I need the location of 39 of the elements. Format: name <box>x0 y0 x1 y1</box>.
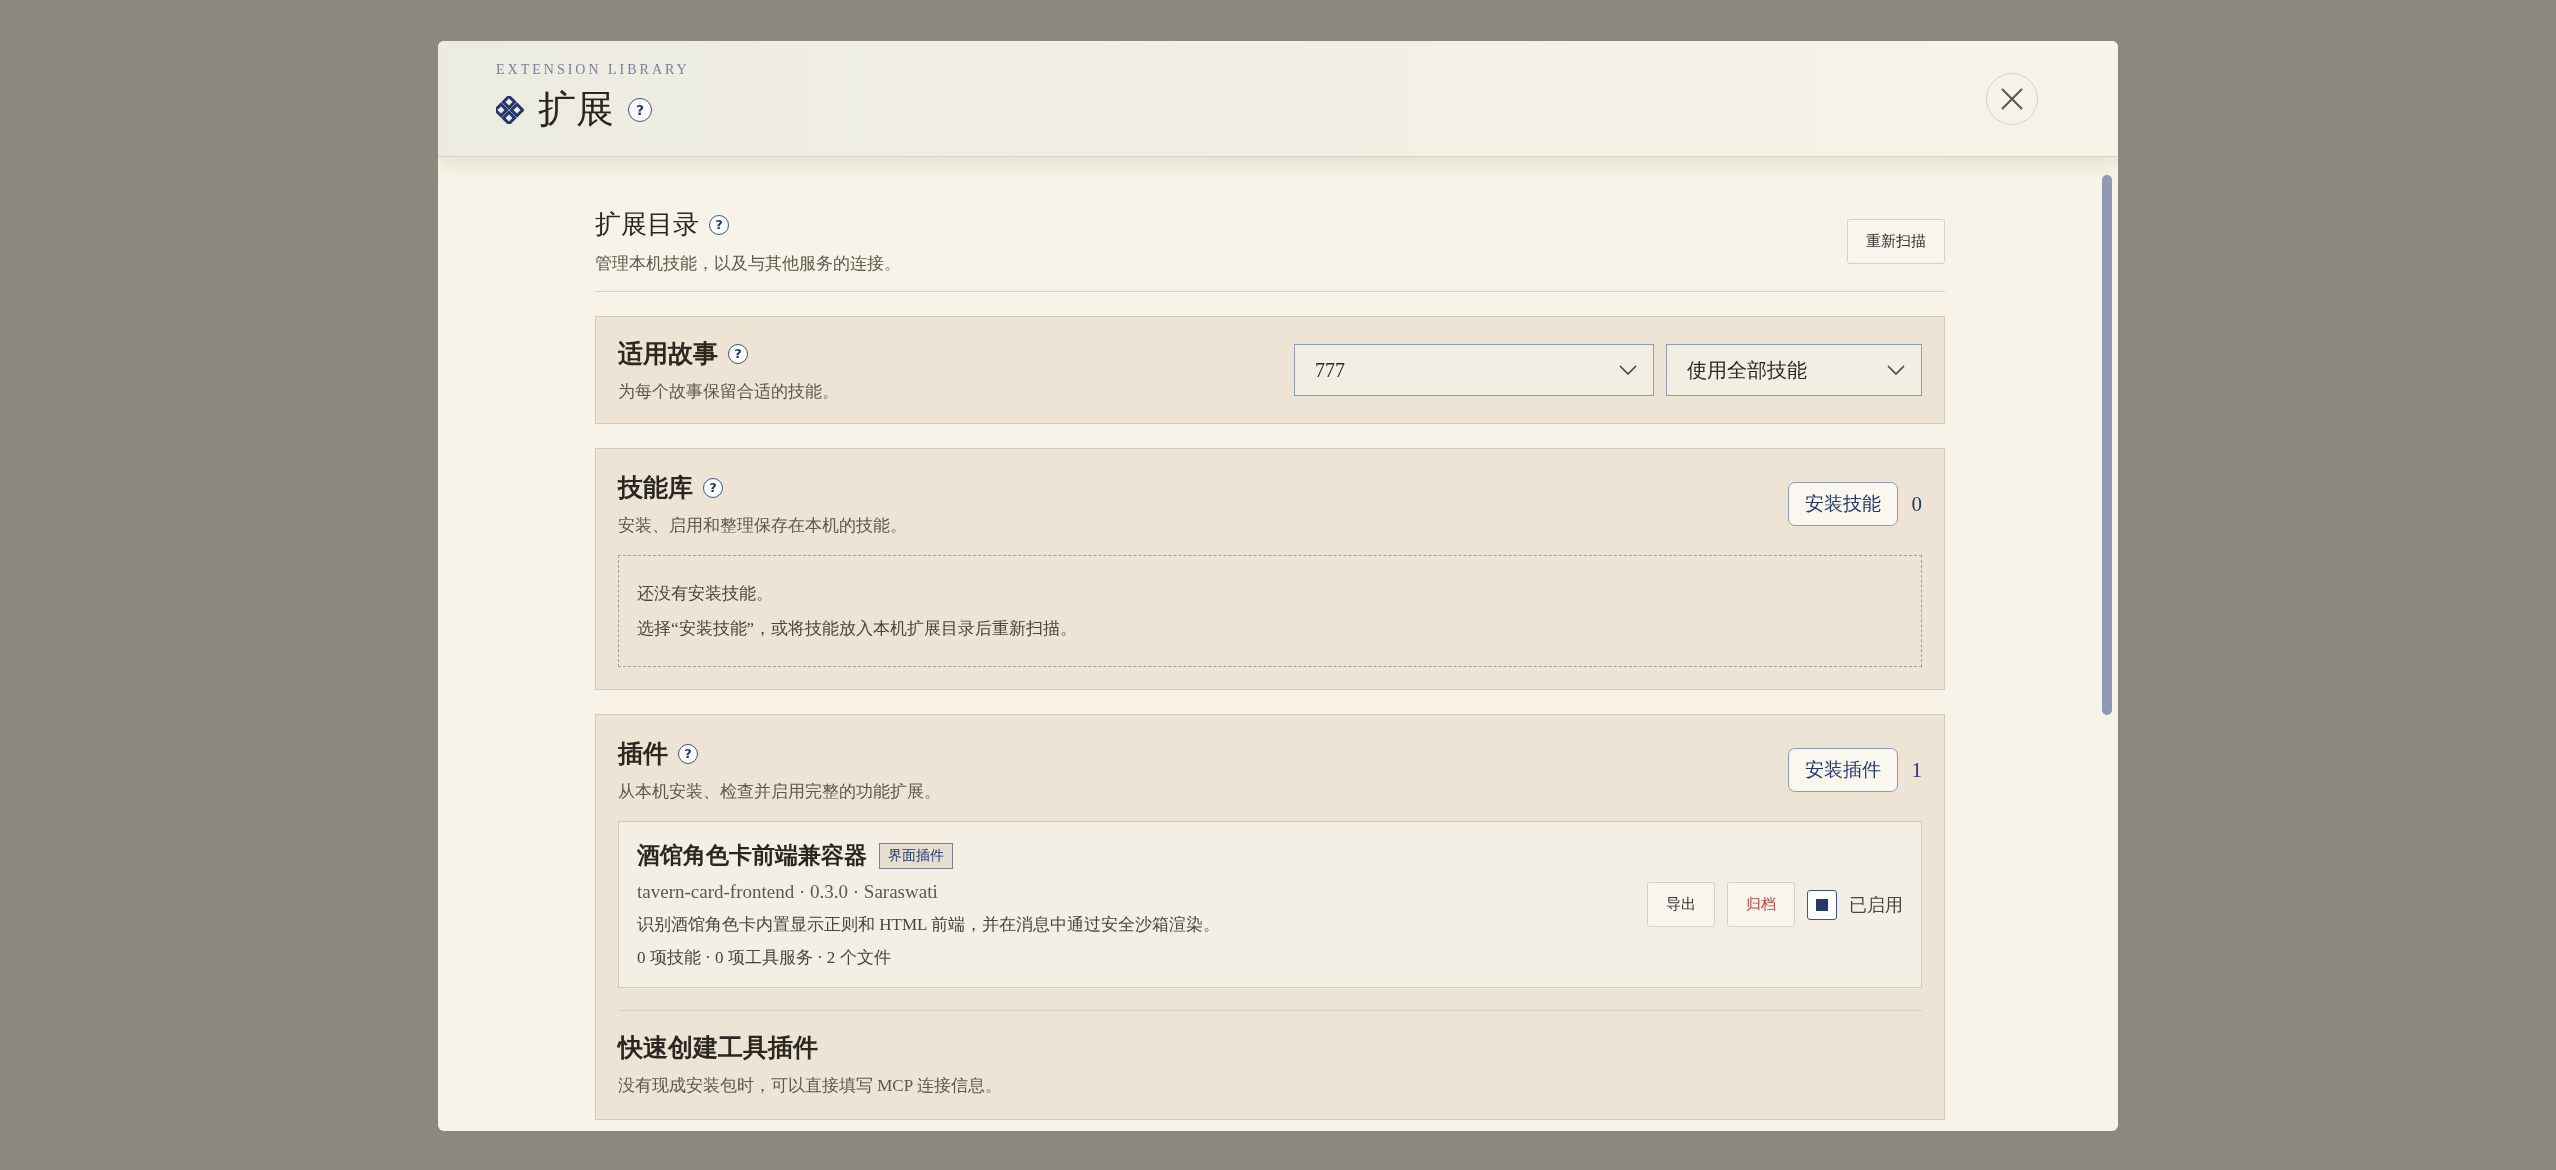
help-icon[interactable]: ? <box>678 743 698 764</box>
install-skill-button[interactable]: 安装技能 <box>1787 482 1898 526</box>
help-icon[interactable]: ? <box>709 214 729 235</box>
chevron-down-icon[interactable] <box>1887 365 1905 375</box>
help-icon[interactable]: ? <box>628 97 652 122</box>
section-subtitle: 为每个故事保留合适的技能。 <box>618 381 839 403</box>
plugin-count: 1 <box>1911 757 1922 783</box>
section-title: 适用故事 <box>618 339 718 369</box>
dialog-title: 扩展 <box>538 87 614 132</box>
section-title: 插件 <box>618 739 668 769</box>
section-title: 扩展目录 <box>595 209 699 241</box>
plugin-meta: tavern-card-frontend · 0.3.0 · Saraswati <box>637 881 939 903</box>
dropdown[interactable]: 777 <box>1294 344 1654 396</box>
dropdown[interactable]: 使用全部技能 <box>1666 344 1922 396</box>
plugin-name: 酒馆角色卡前端兼容器 <box>637 842 867 870</box>
install-plugin-button[interactable]: 安装插件 <box>1787 748 1898 792</box>
help-icon[interactable]: ? <box>728 343 748 364</box>
enable-checkbox[interactable] <box>1807 889 1837 920</box>
plugin-action-button[interactable]: 归档 <box>1727 882 1795 927</box>
rescan-button[interactable]: 重新扫描 <box>1847 218 1945 264</box>
section-subtitle: 安装、启用和整理保存在本机的技能。 <box>618 515 907 537</box>
empty-message: 选择“安装技能”，或将技能放入本机扩展目录后重新扫描。 <box>637 618 1079 640</box>
skill-count: 0 <box>1911 491 1922 517</box>
plugin-stats: 0 项技能 · 0 项工具服务 · 2 个文件 <box>637 947 892 969</box>
section-title: 快速创建工具插件 <box>618 1033 819 1063</box>
enable-label: 已启用 <box>1849 893 1903 917</box>
section-title: 技能库 <box>618 473 693 503</box>
plugin-tag: 界面插件 <box>879 842 953 869</box>
section-subtitle: 没有现成安装包时，可以直接填写 MCP 连接信息。 <box>618 1075 1003 1097</box>
empty-message: 还没有安装技能。 <box>637 583 774 605</box>
help-icon[interactable]: ? <box>703 477 723 498</box>
plugin-action-button[interactable]: 导出 <box>1647 882 1715 927</box>
dialog-eyebrow: EXTENSION LIBRARY <box>496 62 690 78</box>
plugin-description: 识别酒馆角色卡内置显示正则和 HTML 前端，并在消息中通过安全沙箱渲染。 <box>637 914 1221 936</box>
chevron-down-icon[interactable] <box>1619 365 1637 375</box>
section-subtitle: 管理本机技能，以及与其他服务的连接。 <box>595 253 901 275</box>
section-subtitle: 从本机安装、检查并启用完整的功能扩展。 <box>618 781 941 803</box>
close-icon[interactable] <box>1999 85 2025 112</box>
knot-logo-icon <box>496 95 524 124</box>
